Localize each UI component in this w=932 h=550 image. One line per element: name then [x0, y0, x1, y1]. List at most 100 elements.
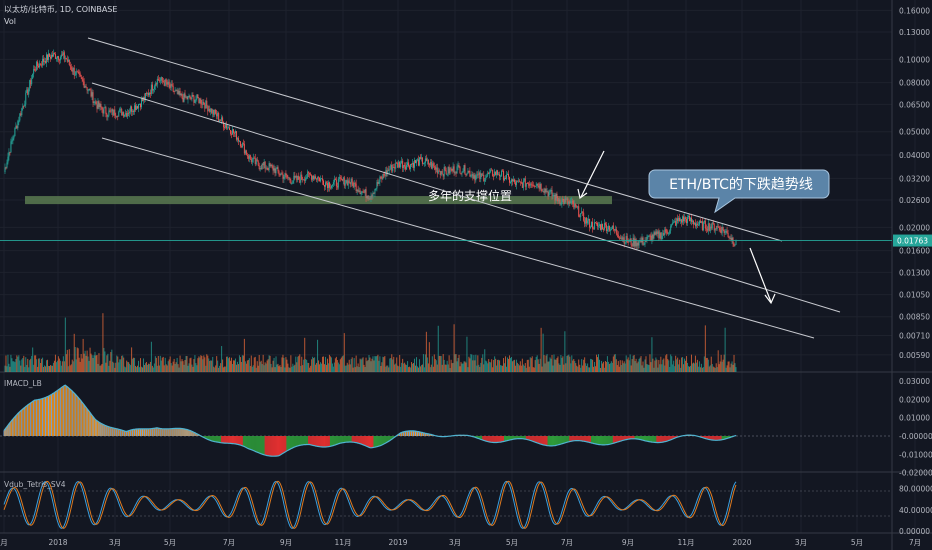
volume-bar — [653, 367, 655, 372]
macd-histogram-bar — [109, 427, 111, 436]
volume-bar — [518, 365, 520, 372]
volume-bar — [724, 327, 726, 372]
volume-bar — [206, 354, 208, 372]
volume-bar — [100, 365, 102, 372]
candle-body — [462, 171, 464, 172]
volume-bar — [326, 358, 328, 372]
macd-histogram-bar — [140, 428, 142, 436]
volume-bar — [553, 354, 555, 372]
macd-histogram-bar — [96, 420, 98, 436]
volume-bar — [402, 358, 404, 372]
macd-histogram-bar — [34, 400, 36, 436]
candle-body — [548, 192, 550, 197]
candle-body — [692, 220, 694, 225]
volume-bar — [105, 362, 107, 372]
volume-bar — [416, 366, 418, 372]
volume-bar — [375, 356, 377, 372]
volume-bar — [183, 364, 185, 372]
candle-body — [699, 220, 701, 223]
volume-bar — [46, 360, 48, 372]
candle-body — [80, 75, 82, 78]
eth-btc-chart[interactable]: 多年的支撑位置 ETH/BTC的下跌趋势线 0.160000.130000.10… — [0, 0, 932, 550]
candle-body — [681, 219, 683, 223]
macd-histogram-bar — [328, 436, 330, 447]
volume-bar — [172, 361, 174, 372]
candle-body — [381, 177, 383, 179]
candle-body — [547, 191, 549, 197]
macd-histogram-bar — [81, 402, 83, 436]
volume-bar — [194, 355, 196, 372]
macd-histogram-bar — [581, 436, 583, 441]
volume-bar — [639, 357, 641, 372]
candle-body — [363, 191, 365, 193]
candle-body — [178, 91, 180, 95]
volume-bar — [707, 359, 709, 372]
macd-histogram-bar — [268, 436, 270, 456]
candle-body — [61, 54, 63, 56]
volume-bar — [654, 360, 656, 372]
candle-body — [188, 95, 190, 97]
candle-body — [446, 173, 448, 175]
candle-body — [13, 136, 15, 139]
volume-bar — [179, 355, 181, 372]
candle-body — [183, 93, 185, 102]
candle-body — [24, 104, 26, 107]
candle-body — [197, 94, 199, 98]
macd-histogram-bar — [496, 436, 498, 443]
candle-body — [335, 179, 337, 187]
macd-histogram-bar — [306, 436, 308, 445]
volume-bar — [115, 362, 117, 372]
volume-bar — [238, 355, 240, 372]
candle-body — [684, 217, 686, 222]
volume-bar — [134, 357, 136, 372]
macd-histogram-bar — [295, 436, 297, 447]
macd-histogram-bar — [264, 436, 266, 456]
volume-bar — [620, 365, 622, 372]
macd-histogram-bar — [491, 436, 493, 443]
macd-histogram-bar — [591, 436, 593, 443]
volume-bar — [691, 363, 693, 372]
candle-body — [137, 106, 139, 109]
candle-body — [459, 167, 461, 174]
candle-body — [250, 158, 252, 163]
candle-body — [19, 113, 21, 121]
macd-histogram-bar — [72, 392, 74, 436]
candle-body — [238, 141, 240, 143]
candle-body — [350, 178, 352, 185]
volume-bar — [456, 361, 458, 372]
volume-bar — [327, 363, 329, 372]
time-axis-tick: 7月 — [223, 538, 235, 547]
volume-bar — [234, 358, 236, 372]
volume-bar — [16, 355, 18, 372]
volume-bar — [187, 365, 189, 372]
volume-bar — [153, 363, 155, 372]
candle-body — [226, 125, 228, 129]
candle-body — [11, 140, 13, 142]
volume-bar — [689, 365, 691, 372]
macd-histogram-bar — [559, 436, 561, 445]
candle-body — [122, 112, 124, 116]
candle-body — [728, 236, 730, 238]
volume-bar — [56, 360, 58, 372]
candle-body — [727, 232, 729, 237]
candle-body — [105, 107, 107, 114]
volume-bar — [413, 363, 415, 372]
volume-bar — [339, 359, 341, 372]
macd-histogram-bar — [505, 436, 507, 442]
candle-body — [704, 220, 706, 229]
volume-bar — [20, 365, 22, 372]
volume-bar — [588, 367, 590, 372]
candle-body — [713, 224, 715, 231]
macd-histogram-bar — [122, 430, 124, 436]
candle-body — [729, 237, 731, 239]
volume-bar — [230, 360, 232, 372]
candle-body — [180, 93, 182, 95]
volume-bar — [685, 360, 687, 372]
macd-histogram-bar — [565, 436, 567, 443]
time-axis-tick: 9月 — [622, 538, 634, 547]
candle-body — [124, 114, 126, 117]
macd-histogram-bar — [231, 436, 233, 444]
candle-body — [349, 183, 351, 185]
macd-histogram-bar — [163, 428, 165, 436]
macd-histogram-bar — [647, 436, 649, 442]
